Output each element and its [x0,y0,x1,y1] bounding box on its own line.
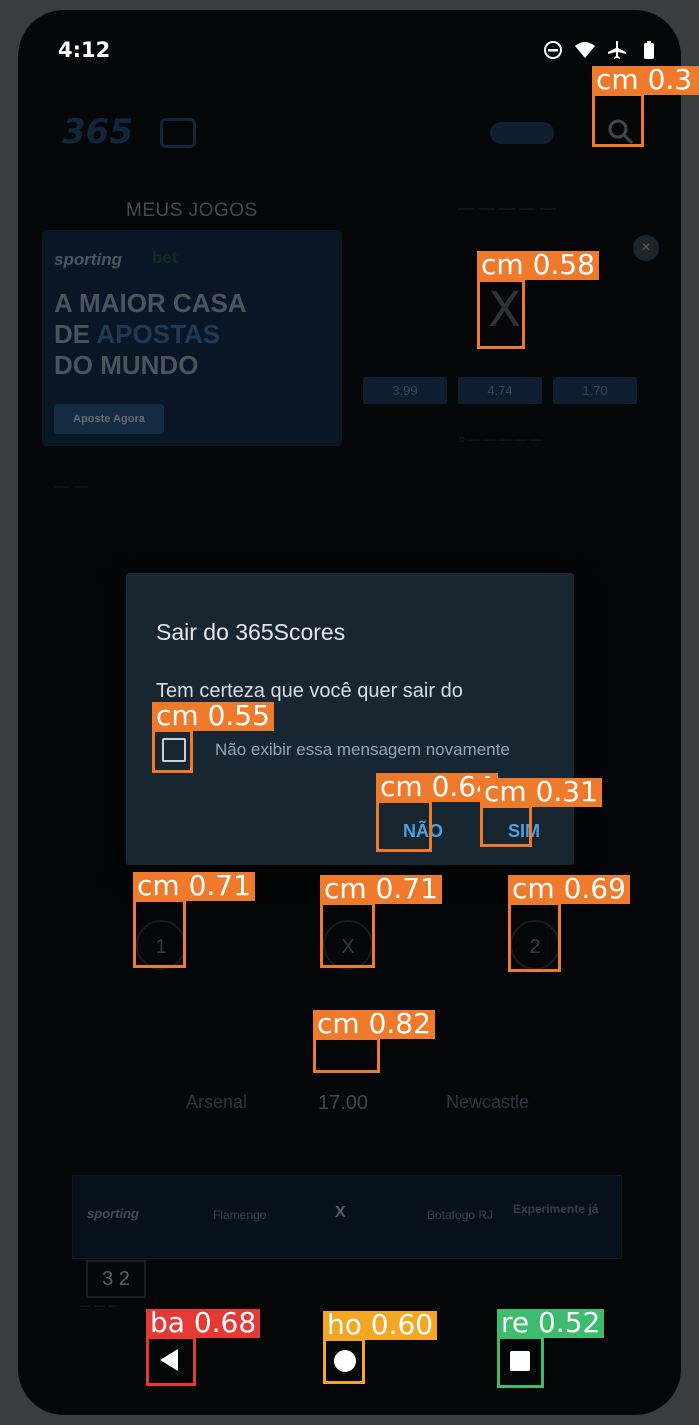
detection-label: ho 0.60 [323,1311,438,1340]
ad2-cta[interactable]: Experimente já [513,1202,598,1216]
detection-box [133,899,186,968]
ad2-away: Botafogo RJ [427,1208,494,1222]
status-icons [543,40,659,60]
detection-label: ba 0.68 [146,1309,261,1338]
score-label: — — — [80,1300,120,1312]
headline-line-1: A MAIOR CASA [54,288,247,318]
ad2-brand: sporting [87,1206,139,1221]
detection-box [477,279,525,349]
dialog-title: Sair do 365Scores [156,619,346,645]
banner-headline: A MAIOR CASA DE APOSTAS DO MUNDO [54,288,247,381]
detection-label: cm 0.69 [508,875,630,904]
detection-label: cm 0.58 [477,251,599,280]
close-ad-icon[interactable]: × [633,235,659,261]
ad-banner[interactable]: sporting bet A MAIOR CASA DE APOSTAS DO … [42,230,342,446]
detection-label: re 0.52 [497,1309,605,1338]
app-logo: 365 [62,112,133,152]
detection-label: cm 0.82 [313,1010,435,1039]
odds-home-button[interactable]: 3.99 [363,377,447,404]
detection-box [146,1336,196,1386]
detection-box [592,93,644,147]
battery-icon [644,41,654,59]
detection-box [323,1338,365,1384]
detection-box [320,902,375,968]
banner-cta-button[interactable]: Aposte Agora [54,404,164,434]
detection-label: cm 0.71 [133,872,255,901]
headline-line-2: DE APOSTAS [54,319,247,350]
ad-disclaimer: ○ — — — — — [458,432,542,446]
match-away-team[interactable]: Newcastle [446,1092,529,1113]
headline-apostas: APOSTAS [96,319,221,349]
detection-box [152,729,193,773]
score-box[interactable]: 3 2 [86,1260,146,1298]
promo-pill[interactable] [490,122,554,144]
wifi-icon [575,42,595,58]
ad2-vs: X [335,1204,346,1221]
tab-my-games[interactable]: MEUS JOGOS [126,200,258,222]
screen: 4:12 365 MEUS JOGOS — — — — — sporting b… [18,10,681,1415]
detection-label: cm 0.71 [320,875,442,904]
banner-brand: sporting [54,250,122,269]
odds-away-button[interactable]: 1.70 [553,377,637,404]
detection-label: cm 0.31 [480,778,602,807]
headline-de: DE [54,319,97,349]
detection-label: cm 0.55 [152,702,274,731]
tab-other[interactable]: — — — — — [458,200,556,218]
dont-show-again-label[interactable]: Não exibir essa mensagem novamente [215,740,510,760]
detection-box [376,800,432,852]
odds-draw-button[interactable]: 4.74 [458,377,542,404]
match-time: 17.00 [318,1092,369,1114]
status-time: 4:12 [58,38,111,62]
match-home-team[interactable]: Arsenal [186,1092,247,1113]
status-bar: 4:12 [18,10,681,70]
tv-icon[interactable] [160,118,196,148]
detection-box [313,1037,380,1073]
detection-box [480,805,532,847]
headline-line-3: DO MUNDO [54,350,199,380]
detection-box [508,902,561,972]
detection-label: cm 0.3 [592,66,699,95]
section-row: — — [54,478,89,495]
phone-frame: 4:12 365 MEUS JOGOS — — — — — sporting b… [0,0,699,1425]
do-not-disturb-icon [544,41,562,59]
detection-box [497,1336,544,1388]
airplane-icon [608,41,626,59]
match-ad-banner[interactable]: sporting Flamengo X Botafogo RJ Experime… [72,1175,622,1259]
banner-brand-suffix: bet [152,248,178,267]
ad2-home: Flamengo [213,1208,267,1222]
